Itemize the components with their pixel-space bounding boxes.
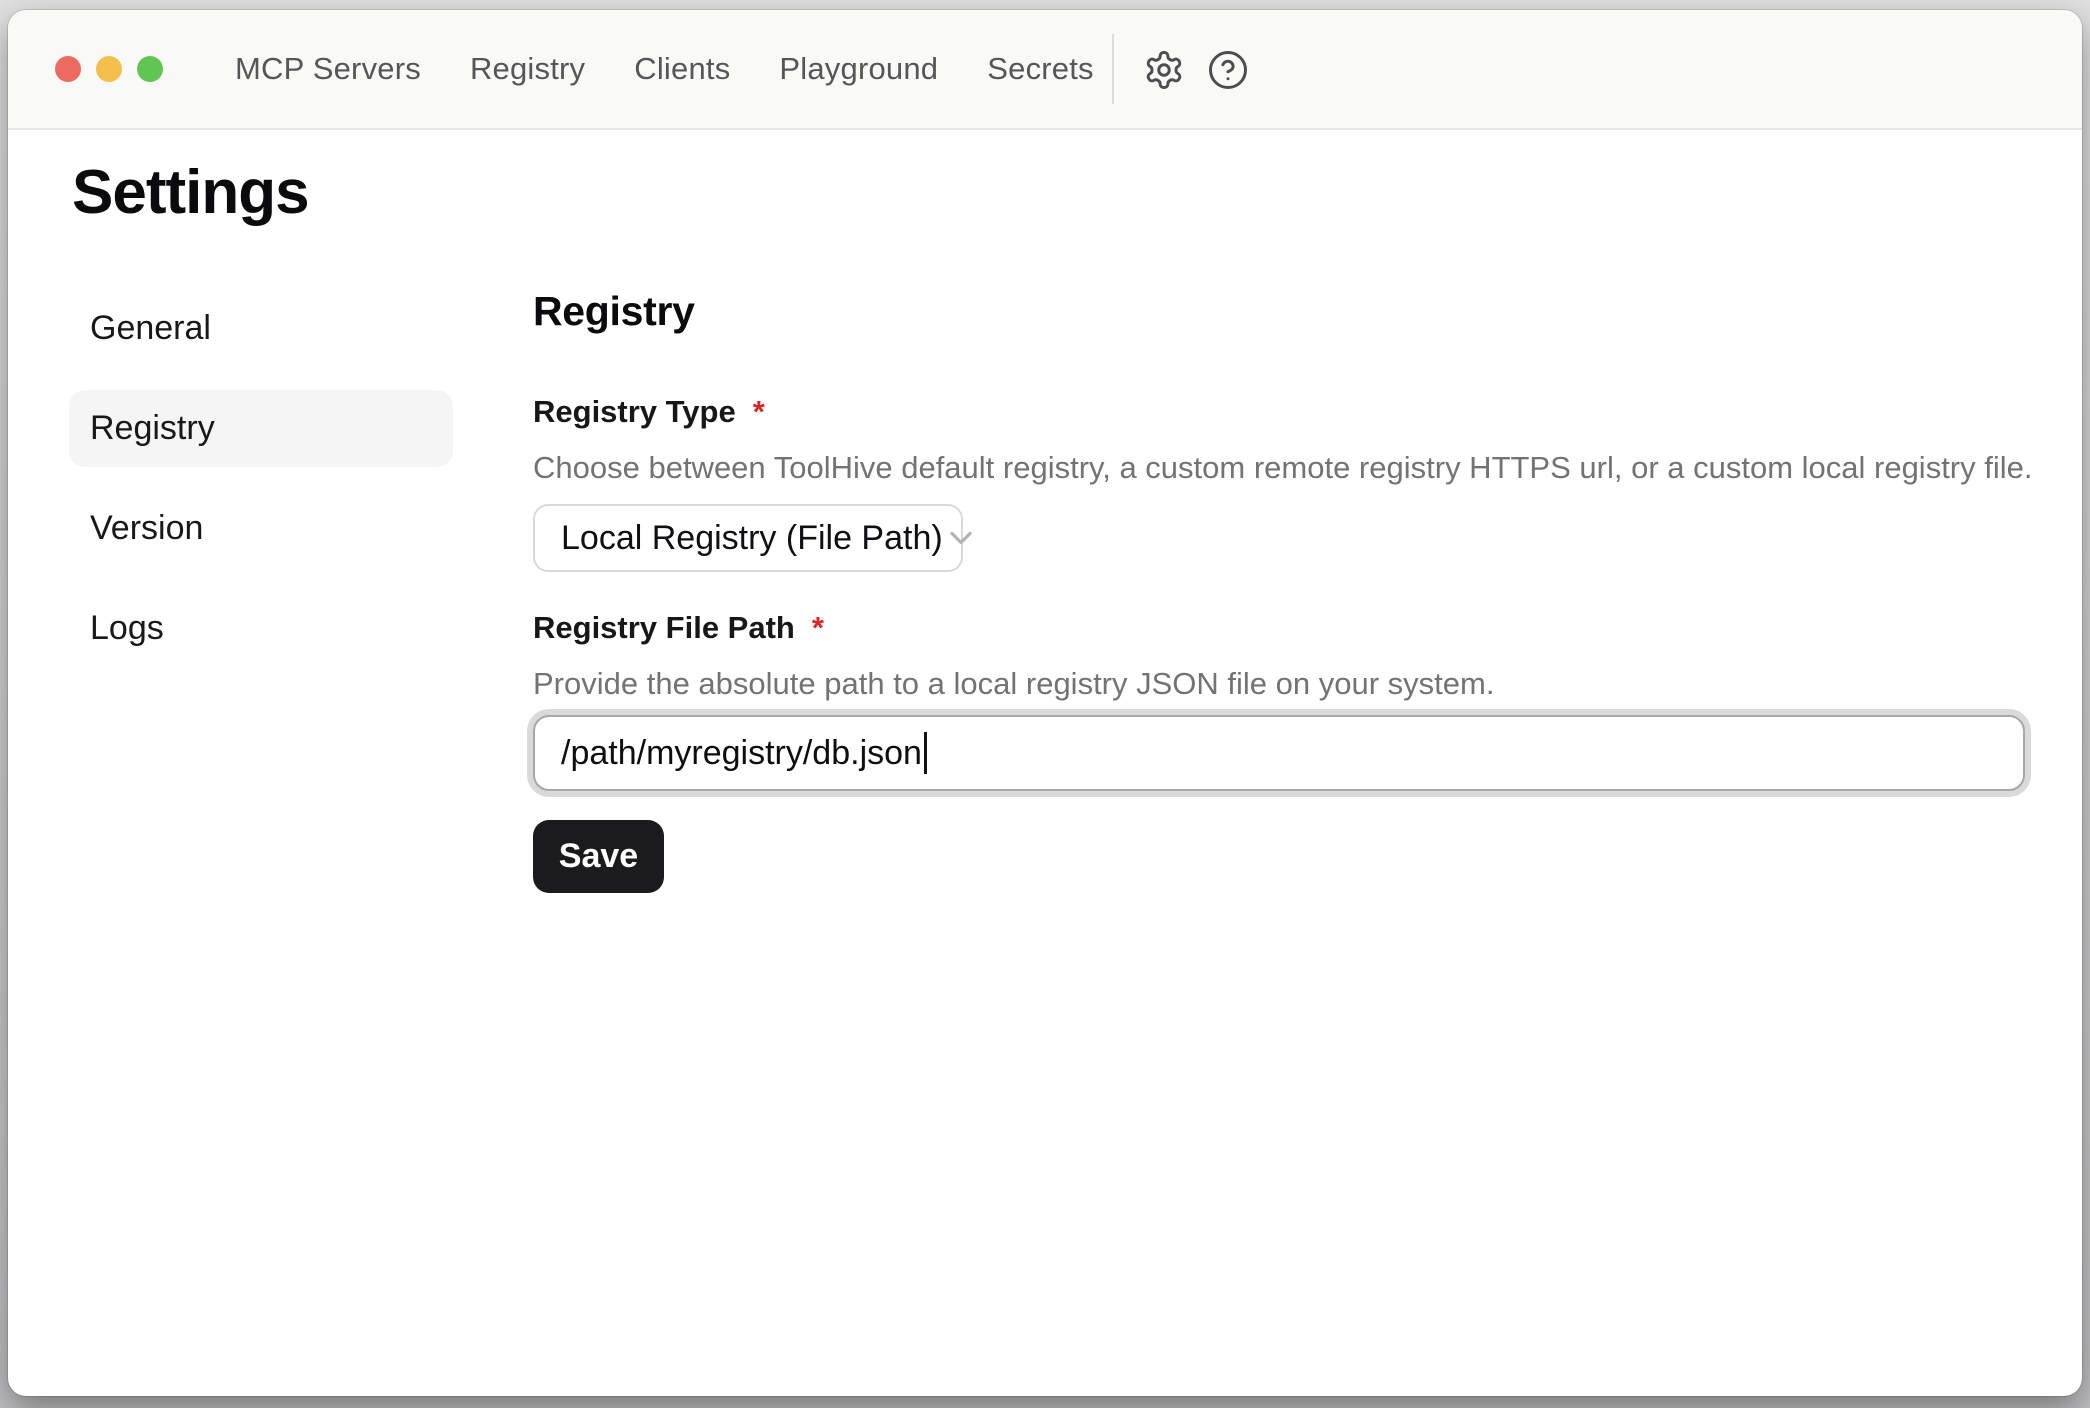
- registry-type-select[interactable]: Local Registry (File Path): [533, 504, 963, 572]
- registry-type-label: Registry Type *: [533, 392, 765, 432]
- required-asterisk: *: [753, 392, 765, 432]
- settings-button[interactable]: [1141, 47, 1187, 93]
- help-button[interactable]: [1205, 47, 1251, 93]
- save-button[interactable]: Save: [533, 820, 664, 893]
- registry-file-path-input[interactable]: /path/myregistry/db.json: [533, 715, 2025, 791]
- input-value: /path/myregistry/db.json: [561, 734, 922, 773]
- zoom-window-button[interactable]: [137, 56, 163, 82]
- page-title: Settings: [72, 156, 309, 230]
- sidebar-item-label: Logs: [90, 609, 164, 648]
- sidebar-item-registry[interactable]: Registry: [69, 390, 453, 467]
- sidebar-item-label: Registry: [90, 409, 215, 448]
- registry-file-path-label: Registry File Path *: [533, 608, 824, 648]
- sidebar-item-general[interactable]: General: [69, 290, 453, 367]
- help-icon: [1207, 49, 1249, 91]
- app-window: MCP Servers Registry Clients Playground …: [8, 10, 2082, 1396]
- nav-item-playground[interactable]: Playground: [779, 51, 938, 87]
- minimize-window-button[interactable]: [96, 56, 122, 82]
- nav-item-mcp-servers[interactable]: MCP Servers: [235, 51, 421, 87]
- nav-item-registry[interactable]: Registry: [470, 51, 585, 87]
- nav-item-secrets[interactable]: Secrets: [987, 51, 1094, 87]
- traffic-lights: [55, 56, 163, 82]
- gear-icon: [1143, 49, 1185, 91]
- sidebar-item-label: Version: [90, 509, 203, 548]
- main-nav: MCP Servers Registry Clients Playground …: [235, 10, 1094, 128]
- titlebar-divider: [1112, 34, 1114, 104]
- sidebar-item-label: General: [90, 309, 211, 348]
- sidebar-item-version[interactable]: Version: [69, 490, 453, 567]
- sidebar-item-logs[interactable]: Logs: [69, 590, 453, 667]
- section-heading: Registry: [533, 286, 695, 336]
- registry-file-path-description: Provide the absolute path to a local reg…: [533, 663, 1494, 705]
- titlebar: MCP Servers Registry Clients Playground …: [8, 10, 2082, 130]
- registry-type-description: Choose between ToolHive default registry…: [533, 447, 2033, 489]
- settings-sidebar: General Registry Version Logs: [69, 290, 453, 690]
- text-cursor: [924, 732, 927, 774]
- select-value: Local Registry (File Path): [561, 519, 943, 558]
- required-asterisk: *: [812, 608, 824, 648]
- label-text: Registry File Path: [533, 608, 795, 648]
- chevron-down-icon: [943, 520, 979, 556]
- close-window-button[interactable]: [55, 56, 81, 82]
- label-text: Registry Type: [533, 392, 736, 432]
- nav-item-clients[interactable]: Clients: [634, 51, 730, 87]
